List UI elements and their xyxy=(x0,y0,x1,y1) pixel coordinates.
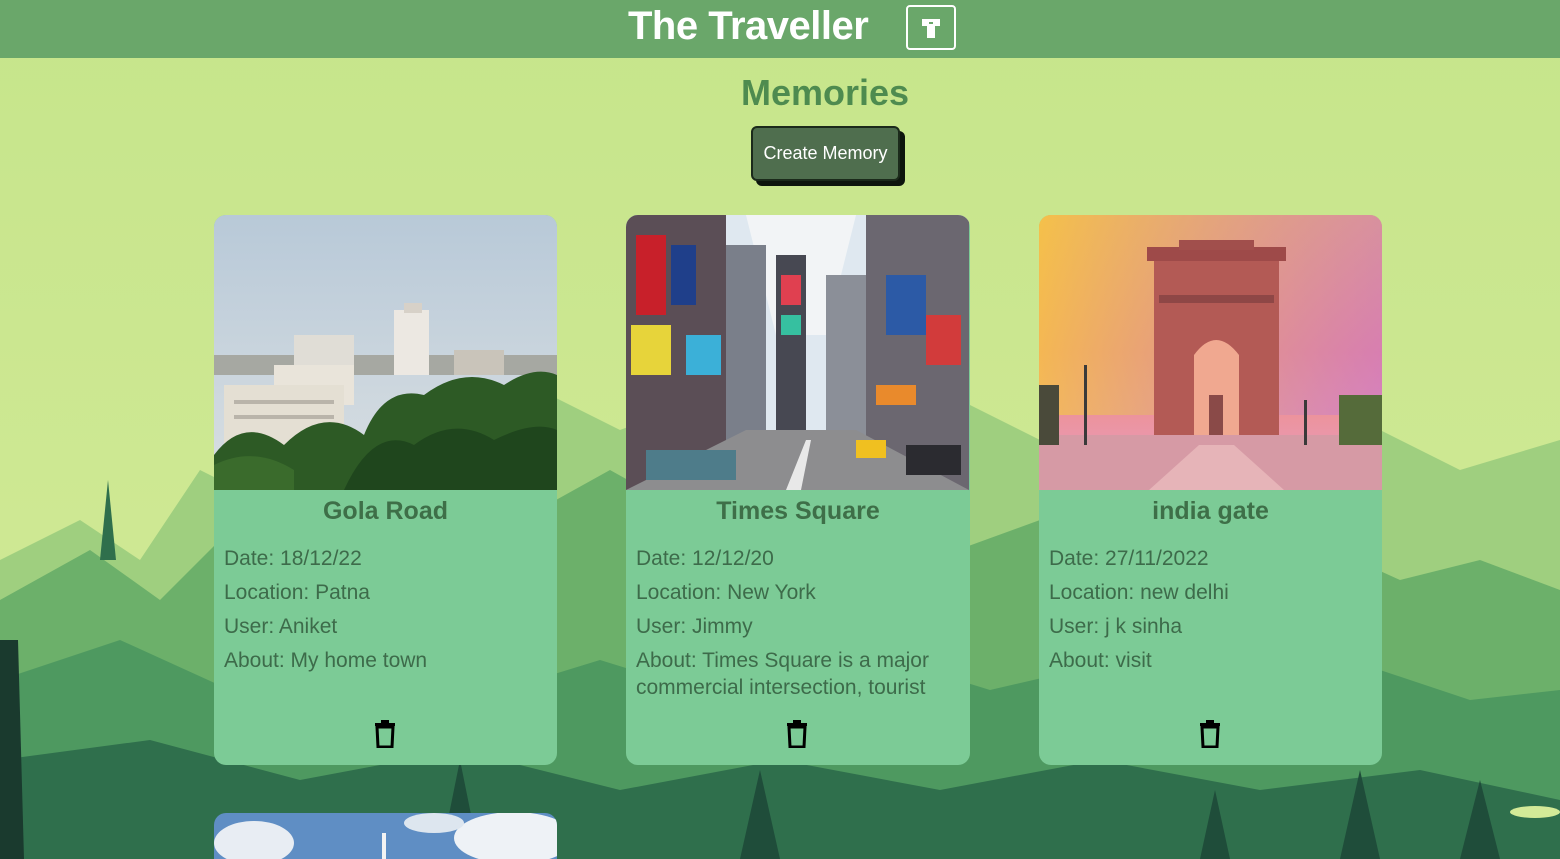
memory-card: Gola Road Date: 18/12/22 Location: Patna… xyxy=(214,215,557,765)
top-navbar: The Traveller xyxy=(0,0,1560,58)
navbar-toggle-button[interactable] xyxy=(906,5,956,50)
tower-icon xyxy=(922,18,940,38)
memory-details: Date: 12/12/20 Location: New York User: … xyxy=(626,545,970,701)
memory-card-partial xyxy=(214,813,557,859)
memory-card: india gate Date: 27/11/2022 Location: ne… xyxy=(1039,215,1382,765)
memory-location: Location: new delhi xyxy=(1049,581,1229,604)
memory-date: Date: 12/12/20 xyxy=(636,547,774,570)
times-square-photo xyxy=(626,215,969,490)
delete-trash-icon[interactable] xyxy=(1199,720,1221,748)
memory-about: About: Times Square is a major commercia… xyxy=(636,649,929,699)
memory-title: Times Square xyxy=(716,497,880,525)
memory-details: Date: 18/12/22 Location: Patna User: Ani… xyxy=(214,545,557,674)
delete-trash-icon[interactable] xyxy=(786,720,808,748)
memory-about: About: My home town xyxy=(224,649,428,672)
india-gate-photo xyxy=(1039,215,1382,490)
memory-user: User: j k sinha xyxy=(1049,615,1183,638)
brand-title[interactable]: The Traveller xyxy=(628,4,869,49)
memory-date: Date: 27/11/2022 xyxy=(1049,547,1209,570)
memory-user: User: Aniket xyxy=(224,615,338,638)
page-title: Memories xyxy=(740,72,910,113)
memory-user: User: Jimmy xyxy=(636,615,753,638)
city-skyline-photo xyxy=(214,215,557,490)
memory-title: india gate xyxy=(1152,497,1269,525)
memory-about: About: visit xyxy=(1049,649,1152,672)
memory-location: Location: Patna xyxy=(224,581,370,604)
delete-trash-icon[interactable] xyxy=(374,720,396,748)
memory-title: Gola Road xyxy=(322,497,448,525)
memory-location: Location: New York xyxy=(636,581,816,604)
memory-date: Date: 18/12/22 xyxy=(224,547,362,570)
create-memory-button[interactable]: Create Memory xyxy=(751,126,900,181)
sky-clouds-photo xyxy=(214,813,557,859)
memory-details: Date: 27/11/2022 Location: new delhi Use… xyxy=(1039,545,1382,674)
memory-card: Times Square Date: 12/12/20 Location: Ne… xyxy=(626,215,970,765)
